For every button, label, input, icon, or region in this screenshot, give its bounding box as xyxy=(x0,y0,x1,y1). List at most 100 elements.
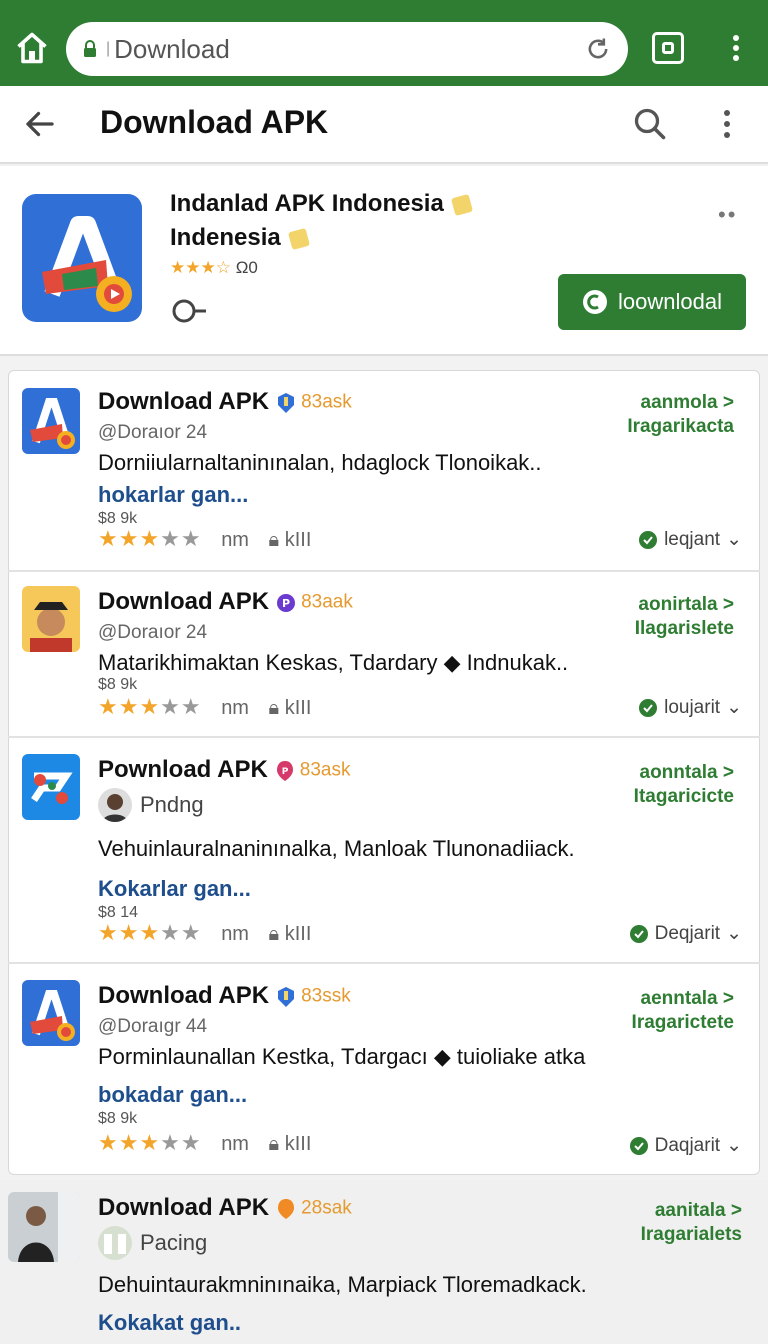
rating-count: Ω0 xyxy=(235,258,258,277)
list-item[interactable]: Pownload APK P 83ask Pndng Vehuinlauralnan… xyxy=(8,736,760,962)
item-action-label[interactable]: aanitala > xyxy=(655,1200,742,1222)
key-icon[interactable] xyxy=(170,296,210,326)
app-icon xyxy=(22,388,80,454)
status-check-icon xyxy=(639,530,658,549)
featured-rating: ★★★☆ Ω0 xyxy=(170,258,258,278)
item-action-label[interactable]: aonntala > xyxy=(640,762,735,784)
verified-badge-icon xyxy=(278,1198,295,1219)
app-icon xyxy=(22,980,80,1046)
item-status[interactable]: loujarit ⌄ xyxy=(638,696,742,719)
search-icon[interactable] xyxy=(632,106,668,142)
item-description: Matarikhimaktan Keskas, Tdardary ◆ Indnu… xyxy=(98,650,569,675)
lock-small-icon: 🔒︎ xyxy=(268,697,280,719)
item-title: Download APK 83ssk xyxy=(98,982,351,1009)
star-empty-icon: ★★ xyxy=(160,920,202,945)
browser-toolbar: | Download xyxy=(0,0,768,86)
download-button[interactable]: loownlodal xyxy=(558,274,746,330)
item-description: Dehuintaurakmninınaika, Marpiack Tlorema… xyxy=(98,1272,587,1297)
reload-icon[interactable] xyxy=(584,35,612,63)
star-icon: ★★★ xyxy=(98,1130,161,1155)
featured-app-subtitle: Indenesia xyxy=(170,224,311,252)
app-header: Download APK xyxy=(0,86,768,164)
item-meta: ★★★★★ nm 🔒︎ kIII xyxy=(98,526,312,551)
status-check-icon xyxy=(629,924,648,943)
verified-badge-icon: P xyxy=(277,593,296,612)
download-button-label: loownlodal xyxy=(618,289,722,314)
url-text[interactable]: Download xyxy=(114,34,584,65)
app-logo-icon xyxy=(22,194,142,322)
verified-badge-icon: P xyxy=(276,760,293,781)
item-developer: @Doraıor 24 xyxy=(98,622,208,643)
tabs-icon[interactable] xyxy=(652,32,684,64)
lock-icon xyxy=(84,40,96,57)
item-description: Vehuinlauralnaninınalka, Manloak Tlunona… xyxy=(98,836,575,861)
item-meta: ★★★★★ nm 🔒︎ kIII xyxy=(98,920,312,945)
item-meta: ★★★★★ nm 🔒︎ kIII xyxy=(98,1130,312,1155)
item-developer: Pndng xyxy=(140,792,204,817)
avatar xyxy=(98,788,132,822)
list-item[interactable]: Download APK 83ssk @Doraıgr 44 Porminlaun… xyxy=(8,962,760,1174)
list-item[interactable]: Download APK P 83aak @Doraıor 24 Matarikhi… xyxy=(8,570,760,736)
lock-small-icon: 🔒︎ xyxy=(268,1133,280,1155)
app-icon xyxy=(22,754,80,820)
featured-app-name: Indanlad APK Indonesia xyxy=(170,190,474,218)
item-meta: ★★★★★ nm 🔒︎ kIII xyxy=(98,694,312,719)
item-link[interactable]: Kokarlar gan... xyxy=(98,876,251,902)
list-item[interactable]: Download APK 28sak Pacing Dehuintaurakmni… xyxy=(0,1180,768,1344)
item-category: Iragarikacta xyxy=(627,416,734,437)
item-category: Ilagarislete xyxy=(634,618,734,639)
item-developer-row: Pacing xyxy=(98,1226,207,1260)
menu-dots-icon[interactable] xyxy=(728,32,744,64)
item-title: Download APK 28sak xyxy=(98,1194,352,1221)
badge-icon xyxy=(289,228,310,250)
lock-small-icon: 🔒︎ xyxy=(268,923,280,945)
item-developer: Pacing xyxy=(140,1230,208,1255)
badge-icon xyxy=(452,194,473,216)
item-size: $8 9k xyxy=(98,1110,138,1127)
back-arrow-icon[interactable] xyxy=(22,106,58,142)
url-separator: | xyxy=(106,40,111,57)
verified-badge-icon xyxy=(278,986,295,1007)
item-link[interactable]: bokadar gan... xyxy=(98,1082,247,1108)
item-description: Dorniiularnaltaninınalan, hdaglock Tlono… xyxy=(98,450,542,475)
verified-badge-icon xyxy=(278,392,295,413)
item-status[interactable]: Daqjarit ⌄ xyxy=(629,1134,742,1157)
more-vert-icon[interactable] xyxy=(718,106,736,142)
item-title: Download APK 83ask xyxy=(98,388,352,415)
svg-text:P: P xyxy=(281,767,288,777)
status-check-icon xyxy=(629,1136,648,1155)
item-status[interactable]: leqjant ⌄ xyxy=(638,528,742,551)
star-empty-icon: ★★ xyxy=(160,526,202,551)
download-icon xyxy=(583,290,608,314)
item-category: Iragarialets xyxy=(640,1224,742,1245)
lock-small-icon: 🔒︎ xyxy=(268,529,280,551)
app-icon xyxy=(22,586,80,652)
featured-app-card[interactable]: Indanlad APK Indonesia Indenesia ★★★☆ Ω0… xyxy=(0,166,768,356)
url-bar[interactable]: | Download xyxy=(66,22,628,76)
item-developer-row: Pndng xyxy=(98,788,204,822)
star-empty-icon: ★★ xyxy=(160,1130,202,1155)
star-icon: ★★★ xyxy=(98,694,161,719)
home-icon[interactable] xyxy=(14,30,50,66)
item-developer: @Doraıgr 44 xyxy=(98,1016,208,1037)
featured-more[interactable]: •• xyxy=(718,202,737,228)
item-action-label[interactable]: aenntala > xyxy=(641,988,734,1010)
item-action-label[interactable]: aanmola > xyxy=(641,392,734,414)
list-item[interactable]: Download APK 83ask @Doraıor 24 Dorniiular… xyxy=(8,372,760,570)
item-category: Itagaricicte xyxy=(633,786,734,807)
item-title: Pownload APK P 83ask xyxy=(98,756,351,783)
item-title: Download APK P 83aak xyxy=(98,588,353,615)
app-icon xyxy=(8,1192,80,1262)
item-developer: @Doraıor 24 xyxy=(98,422,208,443)
star-icon: ★★★☆ xyxy=(170,258,231,277)
item-category: Iragarictete xyxy=(631,1012,734,1033)
item-link[interactable]: hokarlar gan... xyxy=(98,482,248,508)
page-title: Download APK xyxy=(100,104,329,140)
item-action-label[interactable]: aonirtala > xyxy=(638,594,734,616)
item-link[interactable]: Kokakat gan.. xyxy=(98,1310,241,1336)
item-status[interactable]: Deqjarit ⌄ xyxy=(629,922,742,945)
star-icon: ★★★ xyxy=(98,920,161,945)
item-size: $8 9k xyxy=(98,676,138,693)
status-bar xyxy=(0,0,768,12)
star-empty-icon: ★★ xyxy=(160,694,202,719)
